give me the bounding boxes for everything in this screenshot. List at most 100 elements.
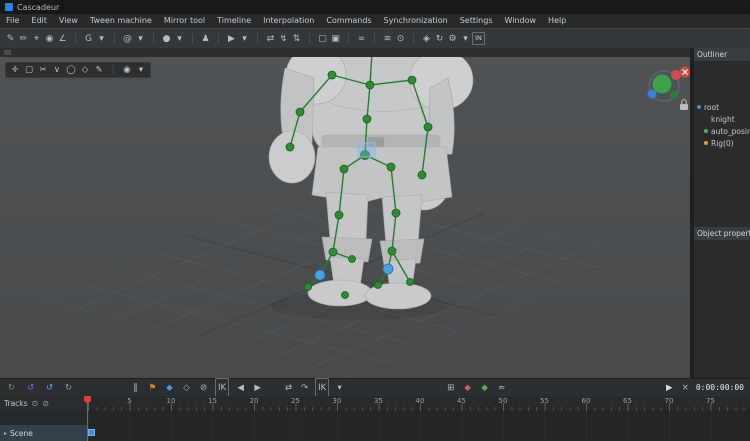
ik-mode-button[interactable]: IK [215,377,230,398]
transform-tool-icon[interactable]: ✛ [9,64,21,76]
menu-item[interactable]: Synchronization [378,14,454,28]
camera-lock-icon[interactable] [680,99,688,110]
menu-item[interactable]: View [53,14,84,28]
scene-track-lane[interactable] [88,425,750,441]
lock-track-icon[interactable]: ⊘ [198,380,209,396]
character-mode-icon[interactable]: ♟ [199,30,212,48]
wind-tool-icon[interactable]: ≋ [381,30,394,48]
frame-ruler[interactable]: 5 10 15 20 25 30 35 40 45 50 55 60 65 70 75 [88,396,750,411]
menu-item[interactable]: Edit [25,14,53,28]
frame-tool-icon[interactable]: ▢ [316,30,329,48]
gizmo-minor-axis-icon[interactable] [670,91,678,99]
interval-bars-icon[interactable]: ‖ [130,380,141,396]
gizmo-z-axis-icon[interactable] [647,89,657,99]
reset-icon[interactable]: ↻ [63,380,74,396]
tracks-label: Tracks [4,399,28,408]
timeline-panel: ↻ ↺ ↺ ↻ ‖ ⚑ ◆ ◇ ⊘ IK ◀ ▶ ⇄ ↷ IK ▾ ⊞ ◆ ◆ ≈ ▶ × 0:00:00:00 … [0,377,750,441]
gizmo-x-axis-icon[interactable] [671,70,681,80]
joint-tool-icon[interactable]: ◈ [420,30,433,48]
select-box-icon[interactable]: ▢ [23,64,35,76]
playhead[interactable] [84,396,91,441]
cursor-play-icon[interactable]: ▶ [664,380,675,396]
key-green-icon[interactable]: ◆ [479,380,490,396]
orientation-gizmo[interactable] [647,66,691,111]
empty-lane[interactable] [88,411,750,425]
angle-tool-icon[interactable]: ∠ [56,30,69,48]
track-lane-spacer [0,411,750,425]
fulcrum-tool-icon[interactable]: ⊙ [394,30,407,48]
lasso-v-icon[interactable]: ∨ [51,64,63,76]
scissors-icon[interactable]: ✂ [37,64,49,76]
ghost-dropdown-arrow-icon[interactable]: ▾ [95,30,108,48]
app-logo-icon [5,3,13,11]
add-keyframe-icon[interactable]: ◆ [164,380,175,396]
ikfk-dropdown-arrow-icon[interactable]: ▾ [334,380,345,396]
camera-dropdown-arrow-icon[interactable]: ▾ [135,64,147,76]
swap-keys-icon[interactable]: ⇄ [283,380,294,396]
key-red-icon[interactable]: ◆ [462,380,473,396]
ghost-cycle-icon[interactable]: ↺ [25,380,36,396]
menu-item[interactable]: Help [542,14,572,28]
playhead-handle[interactable] [84,396,91,404]
outliner-item[interactable]: auto_posing (0) [694,125,750,137]
redo-arc-icon[interactable]: ↷ [299,380,310,396]
ik-fk-button[interactable]: IK [315,377,330,398]
viewport-menu-icon[interactable] [4,50,11,55]
lightning-tool-icon[interactable]: ↯ [277,30,290,48]
magnet-dropdown-arrow-icon[interactable]: ▾ [134,30,147,48]
viewport-3d[interactable]: ✛ ▢ ✂ ∨ ◯ ◇ ✎ | ◉ ▾ [0,48,690,378]
track-scene[interactable]: ▸ Scene [0,425,88,441]
run-mode-icon[interactable]: ▶ [225,30,238,48]
track-lock-icon[interactable]: ⊘ [42,399,49,408]
outliner-item[interactable]: root [694,101,750,113]
loop-playback-icon[interactable]: ↻ [6,380,17,396]
curve-icon[interactable]: ≈ [496,380,507,396]
menu-item[interactable]: Settings [454,14,499,28]
frame-label: 45 [457,397,466,405]
gear-icon[interactable]: ⚙ [446,30,459,48]
link-tool-icon[interactable]: ∞ [355,30,368,48]
separator: | [190,32,195,44]
gear-dropdown-arrow-icon[interactable]: ▾ [459,30,472,48]
grid-snap-icon[interactable]: ⊞ [445,380,456,396]
delete-keyframe-icon[interactable]: ◇ [181,380,192,396]
menu-item[interactable]: Timeline [211,14,257,28]
in-toggle-button[interactable]: IN [472,32,485,45]
run-dropdown-arrow-icon[interactable]: ▾ [238,30,251,48]
expand-triangle-icon[interactable]: ▸ [4,430,7,437]
outliner-item[interactable]: knight [694,113,750,125]
menu-item[interactable]: File [0,14,25,28]
menu-item[interactable]: Mirror tool [158,14,211,28]
ghost-toggle-button[interactable]: G [82,30,95,48]
clear-icon[interactable]: × [680,380,691,396]
menu-item[interactable]: Window [499,14,543,28]
sync-icon[interactable]: ↺ [44,380,55,396]
point-dropdown-arrow-icon[interactable]: ▾ [173,30,186,48]
outliner-item[interactable]: Rig(0) [694,137,750,149]
gizmo-y-axis-icon[interactable] [652,74,672,94]
track-visibility-icon[interactable]: ⊙ [32,399,39,408]
flag-marker-icon[interactable]: ⚑ [147,380,158,396]
next-frame-icon[interactable]: ▶ [252,380,263,396]
swap-tool-icon[interactable]: ⇄ [264,30,277,48]
menu-item[interactable]: Tween machine [84,14,158,28]
camera-icon[interactable]: ◉ [121,64,133,76]
point-mode-icon[interactable]: ● [160,30,173,48]
rotate-tool-icon[interactable]: ↻ [433,30,446,48]
sphere-tool-icon[interactable]: ◉ [43,30,56,48]
ellipse-select-icon[interactable]: ◯ [65,64,77,76]
prev-frame-icon[interactable]: ◀ [235,380,246,396]
box-tool-icon[interactable]: ▣ [329,30,342,48]
poly-select-icon[interactable]: ◇ [79,64,91,76]
magnet-tool-icon[interactable]: @ [121,30,134,48]
scene-canvas[interactable] [0,48,690,378]
menu-item[interactable]: Commands [320,14,377,28]
point-target-icon[interactable]: ⌖ [30,30,43,48]
pen-tool-icon[interactable]: ✏ [17,30,30,48]
sort-tool-icon[interactable]: ⇅ [290,30,303,48]
paint-select-icon[interactable]: ✎ [93,64,105,76]
outliner-item-label: auto_posing (0) [711,126,750,136]
camera-reset-icon[interactable] [679,66,691,78]
draft-pose-icon[interactable]: ✎ [4,30,17,48]
menu-item[interactable]: Interpolation [257,14,320,28]
